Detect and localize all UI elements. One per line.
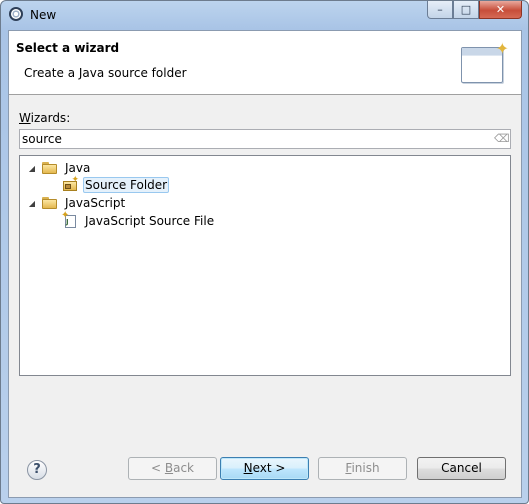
- next-button[interactable]: Next >: [220, 457, 309, 480]
- eclipse-app-icon[interactable]: [9, 7, 23, 21]
- wizards-label: Wizards:: [19, 111, 71, 125]
- sparkle-icon: ✦: [495, 39, 509, 58]
- tree-item-java[interactable]: ◢ Java: [26, 159, 92, 177]
- back-button[interactable]: < Back: [128, 457, 217, 480]
- tree-item-source-folder[interactable]: ✦ Source Folder: [62, 175, 170, 194]
- banner-title: Select a wizard: [16, 41, 120, 55]
- tree-item-label: Source Folder: [83, 177, 170, 193]
- wizard-filter-input[interactable]: [22, 131, 482, 147]
- help-button[interactable]: ?: [27, 460, 47, 480]
- window-title: New: [30, 8, 57, 22]
- wizard-banner: Select a wizard Create a Java source fol…: [9, 31, 521, 95]
- source-folder-icon: ✦: [62, 175, 79, 193]
- new-wizard-window: New – □ ✕ Select a wizard Create a Java …: [0, 0, 529, 504]
- tree-item-label: Java: [65, 161, 91, 175]
- tree-item-javascript-source-file[interactable]: J ✦ JavaScript Source File: [61, 210, 216, 230]
- minimize-button[interactable]: –: [427, 1, 453, 19]
- expand-arrow-icon[interactable]: ◢: [26, 199, 38, 208]
- maximize-button[interactable]: □: [453, 1, 479, 19]
- javascript-file-icon: J ✦: [61, 210, 78, 229]
- finish-button[interactable]: Finish: [318, 457, 407, 480]
- cancel-button[interactable]: Cancel: [417, 457, 506, 480]
- tree-item-label: JavaScript Source File: [85, 214, 215, 228]
- folder-icon: [42, 162, 58, 174]
- tree-item-label: JavaScript: [65, 196, 126, 210]
- tree-item-javascript[interactable]: ◢ JavaScript: [26, 194, 127, 212]
- wizard-tree[interactable]: ◢ Java ✦ Source Folder ◢ JavaScript J ✦ J…: [19, 155, 511, 376]
- dialog-client-area: Select a wizard Create a Java source fol…: [8, 30, 522, 498]
- expand-arrow-icon[interactable]: ◢: [26, 164, 38, 173]
- caption-buttons: – □ ✕: [427, 1, 522, 20]
- close-button[interactable]: ✕: [479, 1, 522, 19]
- folder-icon: [42, 197, 58, 209]
- banner-description: Create a Java source folder: [24, 66, 187, 80]
- title-bar[interactable]: New – □ ✕: [1, 1, 528, 29]
- clear-filter-icon[interactable]: ⌫: [494, 133, 510, 145]
- wizard-filter: ⌫: [19, 129, 511, 149]
